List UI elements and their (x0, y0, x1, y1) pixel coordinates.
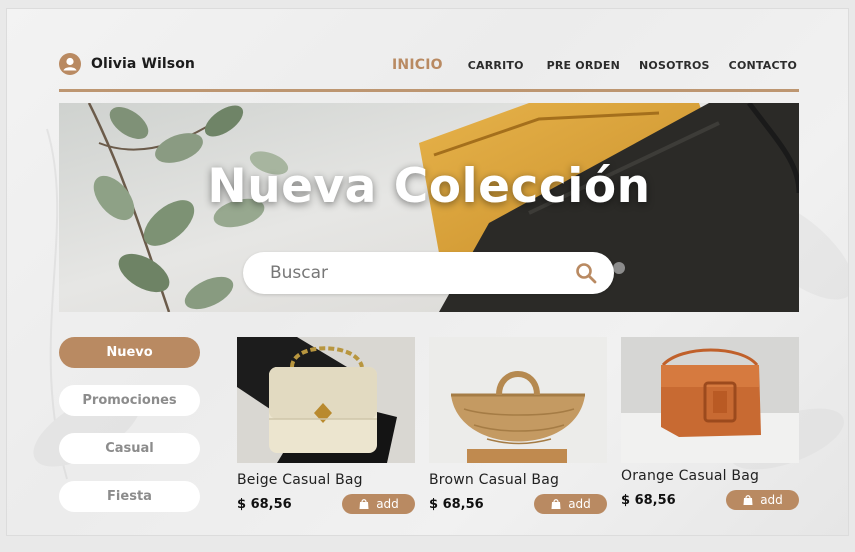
page-frame: Olivia Wilson INICIO CARRITO PRE ORDEN N… (6, 8, 849, 536)
nav-pre-orden[interactable]: PRE ORDEN (547, 59, 620, 72)
product-name: Orange Casual Bag (621, 468, 760, 484)
nav-contacto[interactable]: CONTACTO (729, 59, 797, 72)
nav-inicio[interactable]: INICIO (392, 57, 443, 73)
shopping-bag-icon (743, 495, 753, 505)
search-bar (243, 252, 614, 294)
product-card-orange[interactable]: Orange Casual Bag $ 68,56 add (621, 337, 799, 510)
add-to-cart-button[interactable]: add (726, 490, 799, 510)
product-image-beige[interactable] (237, 337, 415, 463)
category-casual-button[interactable]: Casual (59, 433, 200, 464)
hero-title: Nueva Colección (207, 159, 651, 214)
product-card-brown[interactable]: Brown Casual Bag $ 68,56 add (429, 337, 607, 514)
user-icon (63, 57, 77, 71)
product-name: Brown Casual Bag (429, 472, 560, 488)
add-label: add (760, 493, 783, 507)
product-price: $ 68,56 (621, 492, 676, 508)
orange-bag-image (621, 337, 799, 463)
avatar[interactable] (59, 53, 81, 75)
add-to-cart-button[interactable]: add (342, 494, 415, 514)
product-price: $ 68,56 (429, 496, 484, 512)
category-promociones-button[interactable]: Promociones (59, 385, 200, 416)
product-name: Beige Casual Bag (237, 472, 363, 488)
main-nav: INICIO CARRITO PRE ORDEN NOSOTROS CONTAC… (392, 57, 797, 73)
user-name: Olivia Wilson (91, 56, 196, 72)
user-profile[interactable]: Olivia Wilson (59, 53, 195, 75)
header: Olivia Wilson INICIO CARRITO PRE ORDEN N… (59, 49, 799, 91)
category-fiesta-button[interactable]: Fiesta (59, 481, 200, 512)
category-sidebar: Nuevo Promociones Casual Fiesta (59, 337, 200, 529)
shopping-bag-icon (359, 499, 369, 509)
category-nuevo-button[interactable]: Nuevo (59, 337, 200, 368)
hero-banner: Nueva Colección (59, 103, 799, 312)
header-divider (59, 89, 799, 92)
search-input[interactable] (270, 263, 560, 283)
brown-bag-image (429, 337, 607, 463)
search-icon[interactable] (574, 261, 598, 285)
add-label: add (568, 497, 591, 511)
product-image-orange[interactable] (621, 337, 799, 463)
beige-bag-image (237, 337, 415, 463)
product-price: $ 68,56 (237, 496, 292, 512)
product-image-brown[interactable] (429, 337, 607, 463)
product-card-beige[interactable]: Beige Casual Bag $ 68,56 add (237, 337, 415, 514)
nav-nosotros[interactable]: NOSOTROS (639, 59, 710, 72)
shopping-bag-icon (551, 499, 561, 509)
nav-carrito[interactable]: CARRITO (468, 59, 524, 72)
add-to-cart-button[interactable]: add (534, 494, 607, 514)
add-label: add (376, 497, 399, 511)
